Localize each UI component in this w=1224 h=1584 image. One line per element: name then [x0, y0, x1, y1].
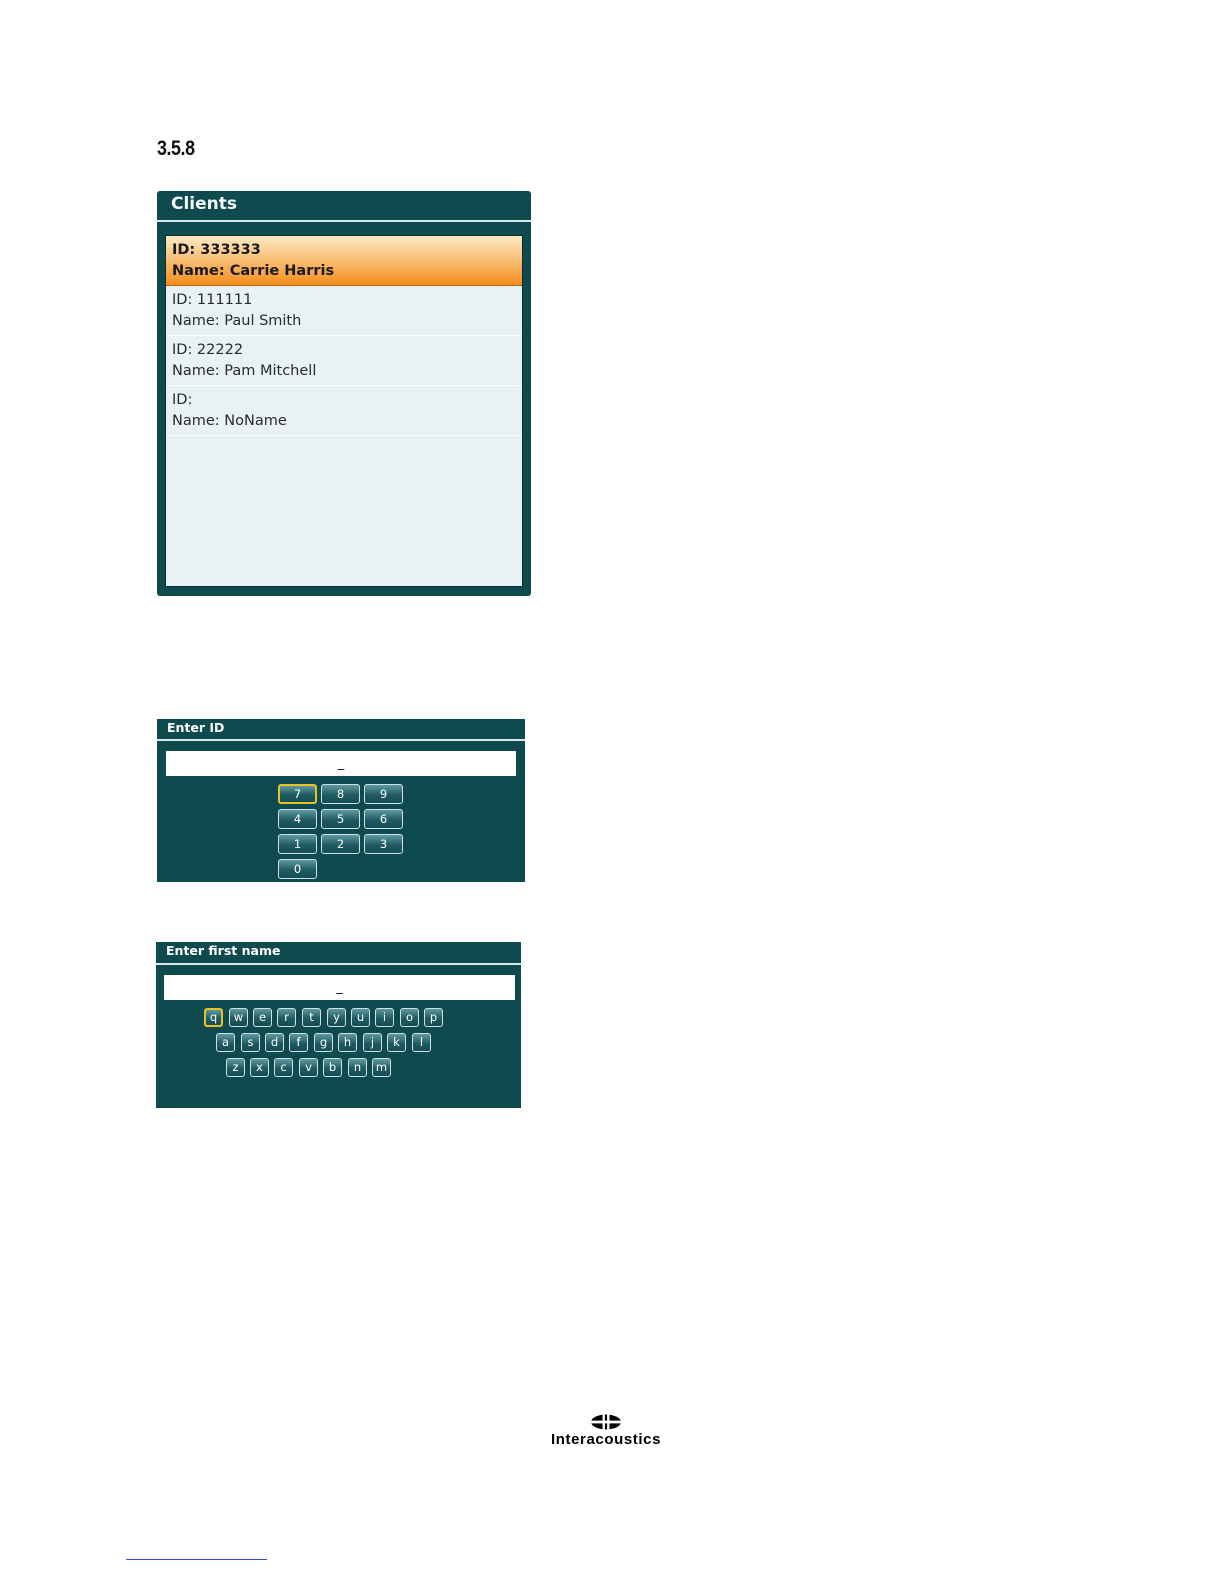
key-2[interactable]: 2: [321, 834, 360, 854]
key-8[interactable]: 8: [321, 784, 360, 804]
client-id: ID: 111111: [172, 292, 253, 308]
section-number: 3.5.8: [157, 137, 195, 160]
key-r[interactable]: r: [277, 1008, 296, 1027]
key-n[interactable]: n: [348, 1058, 367, 1077]
client-row-selected[interactable]: ID: 333333 Name: Carrie Harris: [166, 236, 522, 286]
key-g[interactable]: g: [314, 1033, 333, 1052]
client-name: Name: Pam Mitchell: [172, 363, 317, 379]
key-m[interactable]: m: [372, 1058, 391, 1077]
key-e[interactable]: e: [253, 1008, 272, 1027]
enter-first-name-panel: Enter first name _ q w e r t y u i o p a…: [156, 942, 521, 1108]
key-y[interactable]: y: [327, 1008, 346, 1027]
key-c[interactable]: c: [274, 1058, 293, 1077]
key-j[interactable]: j: [363, 1033, 382, 1052]
key-o[interactable]: o: [400, 1008, 419, 1027]
key-k[interactable]: k: [387, 1033, 406, 1052]
key-a[interactable]: a: [216, 1033, 235, 1052]
key-s[interactable]: s: [241, 1033, 260, 1052]
key-d[interactable]: d: [265, 1033, 284, 1052]
key-4[interactable]: 4: [278, 809, 317, 829]
enter-id-title-divider: [157, 739, 525, 741]
client-row[interactable]: ID: Name: NoName: [166, 386, 522, 436]
enter-first-name-title-divider: [156, 963, 521, 965]
key-w[interactable]: w: [229, 1008, 248, 1027]
key-l[interactable]: l: [412, 1033, 431, 1052]
key-v[interactable]: v: [299, 1058, 318, 1077]
footer-link-rule: [126, 1559, 267, 1560]
client-row[interactable]: ID: 22222 Name: Pam Mitchell: [166, 336, 522, 386]
client-name: Name: Carrie Harris: [172, 263, 335, 279]
key-f[interactable]: f: [289, 1033, 308, 1052]
key-b[interactable]: b: [323, 1058, 342, 1077]
key-p[interactable]: p: [424, 1008, 443, 1027]
id-input[interactable]: _: [166, 751, 516, 776]
key-q[interactable]: q: [204, 1008, 223, 1027]
client-row[interactable]: ID: 111111 Name: Paul Smith: [166, 286, 522, 336]
key-i[interactable]: i: [375, 1008, 394, 1027]
key-z[interactable]: z: [226, 1058, 245, 1077]
client-id: ID: 22222: [172, 342, 244, 358]
client-name: Name: NoName: [172, 413, 287, 429]
clients-title-divider: [157, 220, 531, 222]
key-0[interactable]: 0: [278, 859, 317, 879]
key-9[interactable]: 9: [364, 784, 403, 804]
key-3[interactable]: 3: [364, 834, 403, 854]
clients-panel: Clients ID: 333333 Name: Carrie Harris I…: [157, 191, 531, 596]
key-h[interactable]: h: [338, 1033, 357, 1052]
key-u[interactable]: u: [351, 1008, 370, 1027]
key-1[interactable]: 1: [278, 834, 317, 854]
client-name: Name: Paul Smith: [172, 313, 302, 329]
enter-id-panel: Enter ID _ 7 8 9 4 5 6 1 2 3 0: [157, 719, 525, 882]
client-id: ID: 333333: [172, 242, 261, 258]
enter-id-title: Enter ID: [167, 720, 225, 735]
key-5[interactable]: 5: [321, 809, 360, 829]
key-7[interactable]: 7: [278, 784, 317, 804]
interacoustics-logo: Interacoustics: [538, 1413, 674, 1448]
interacoustics-logo-icon: [589, 1413, 623, 1431]
clients-list[interactable]: ID: 333333 Name: Carrie Harris ID: 11111…: [165, 235, 523, 587]
key-6[interactable]: 6: [364, 809, 403, 829]
enter-first-name-title: Enter first name: [166, 943, 281, 958]
clients-title: Clients: [171, 194, 238, 214]
key-x[interactable]: x: [250, 1058, 269, 1077]
client-id: ID:: [172, 392, 193, 408]
first-name-input[interactable]: _: [164, 975, 515, 1000]
logo-text: Interacoustics: [550, 1431, 662, 1448]
key-t[interactable]: t: [302, 1008, 321, 1027]
